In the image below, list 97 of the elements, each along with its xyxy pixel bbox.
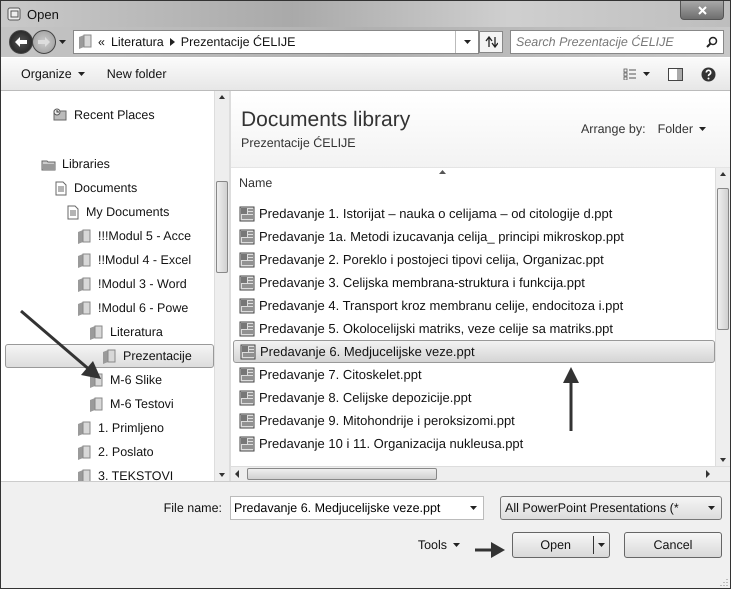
window-icon [7, 7, 21, 21]
presentation-file-icon [239, 252, 255, 268]
back-button[interactable] [9, 30, 33, 54]
scrollbar[interactable] [231, 466, 730, 481]
file-row[interactable]: Predavanje 8. Celijske depozicije.ppt [233, 386, 715, 409]
folder-icon [77, 276, 92, 292]
folder-icon [77, 252, 92, 268]
tree-item[interactable]: 2. Poslato [5, 440, 214, 464]
search-icon [706, 36, 718, 48]
presentation-file-icon [239, 320, 255, 336]
scrollbar[interactable] [214, 91, 229, 481]
tree-item[interactable]: 1. Primljeno [5, 416, 214, 440]
close-icon [698, 6, 706, 14]
annotation-arrow [563, 367, 579, 433]
file-row[interactable]: Predavanje 9. Mitohondrije i peroksizomi.ppt [233, 409, 715, 432]
tree-item[interactable]: !Modul 6 - Powe [5, 296, 214, 320]
presentation-file-icon [239, 390, 255, 406]
file-row[interactable]: Predavanje 2. Poreklo i postojeci tipovi celija, Organizac.ppt [233, 248, 715, 271]
cancel-button[interactable]: Cancel [624, 532, 722, 558]
recent-places-icon [53, 108, 68, 122]
caret-icon [643, 72, 650, 76]
presentation-file-icon [239, 228, 255, 244]
file-row[interactable]: Predavanje 6. Medjucelijske veze.ppt [233, 340, 715, 363]
caret-icon [464, 40, 470, 44]
presentation-file-icon [239, 206, 255, 222]
document-icon [53, 180, 68, 196]
refresh-button[interactable] [479, 31, 503, 53]
file-row[interactable]: Predavanje 5. Okolocelijski matriks, veze celije sa matriks.ppt [233, 317, 715, 340]
caret-icon [453, 543, 460, 547]
tree-item[interactable]: Prezentacije [5, 344, 214, 368]
folder-icon [89, 324, 104, 340]
breadcrumb[interactable]: Prezentacije ĆELIJE [180, 35, 296, 49]
file-row[interactable]: Predavanje 4. Transport kroz membranu celije, endocitoza i.ppt [233, 294, 715, 317]
search-field[interactable]: Search Prezentacije ĆELIJE [510, 30, 724, 54]
tree-item[interactable]: M-6 Testovi [5, 392, 214, 416]
tree-item[interactable]: 3. TEKSTOVI [5, 464, 214, 481]
pane-icon [668, 68, 683, 80]
folder-icon [77, 300, 92, 316]
tree-item[interactable]: Recent Places [5, 103, 214, 127]
file-row[interactable]: Predavanje 1a. Metodi izucavanja celija_ principi mikroskop.ppt [233, 225, 715, 248]
breadcrumb[interactable]: Literatura [110, 35, 164, 49]
scrollbar[interactable] [715, 168, 730, 466]
folder-icon [77, 444, 92, 460]
presentation-file-icon [239, 436, 255, 452]
close-button[interactable] [680, 1, 724, 20]
forward-arrow-icon [37, 36, 51, 48]
presentation-file-icon [239, 366, 255, 382]
file-row[interactable]: Predavanje 1. Istorijat – nauka o celijama – od citologije d.ppt [233, 202, 715, 225]
arrange-dropdown[interactable]: Folder [658, 122, 706, 136]
overflow-chevron[interactable]: « [98, 35, 105, 49]
file-type-dropdown[interactable]: All PowerPoint Presentations (* [500, 496, 722, 520]
column-header[interactable]: Name [239, 168, 659, 198]
tree-item[interactable]: !!!Modul 5 - Acce [5, 224, 214, 248]
tools-menu[interactable]: Tools [418, 538, 460, 552]
caret-icon [708, 506, 715, 510]
tree-item[interactable]: !!Modul 4 - Excel [5, 248, 214, 272]
sort-arrow-icon [439, 170, 446, 174]
history-caret-icon [59, 40, 66, 44]
arrange-label: Arrange by: [580, 122, 646, 136]
open-button[interactable]: Open [512, 532, 610, 558]
presentation-file-icon [239, 298, 255, 314]
tree-item[interactable]: !Modul 3 - Word [5, 272, 214, 296]
tree-item[interactable]: Libraries [5, 152, 214, 176]
caret-icon [470, 506, 477, 510]
folder-icon [102, 348, 117, 364]
help-icon [701, 66, 716, 82]
library-subtitle: Prezentacije ĆELIJE [241, 136, 357, 150]
forward-button[interactable] [32, 30, 56, 54]
caret-icon [598, 543, 605, 547]
refresh-arrows-icon [484, 36, 498, 48]
address-bar[interactable]: « Literatura Prezentacije ĆELIJE [73, 30, 479, 54]
document-icon [65, 204, 80, 220]
organize-menu[interactable]: Organize [15, 64, 91, 84]
folder-icon [77, 228, 92, 244]
tree-item[interactable]: My Documents [5, 200, 214, 224]
tree-item[interactable]: Literatura [5, 320, 214, 344]
back-arrow-icon [14, 36, 28, 48]
separator-arrow-icon [170, 38, 175, 46]
folder-icon [77, 420, 92, 436]
library-title: Documents library [241, 108, 412, 132]
presentation-file-icon [240, 344, 256, 360]
file-name-label: File name: [164, 501, 222, 515]
window-title: Open [27, 6, 60, 22]
folder-icon [78, 34, 92, 50]
file-name-field[interactable]: Predavanje 6. Medjucelijske veze.ppt [230, 496, 484, 520]
list-view-icon [623, 68, 637, 80]
annotation-arrow [475, 542, 505, 558]
toolbar-button[interactable]: New folder [100, 64, 172, 84]
caret-icon [699, 127, 706, 131]
file-row[interactable]: Predavanje 3. Celijska membrana-struktura i funkcija.ppt [233, 271, 715, 294]
file-row[interactable]: Predavanje 10 i 11. Organizacija nukleusa.ppt [233, 432, 715, 455]
tree-item[interactable]: Documents [5, 176, 214, 200]
file-row[interactable]: Predavanje 7. Citoskelet.ppt [233, 363, 715, 386]
resize-grip-icon [720, 578, 728, 586]
presentation-file-icon [239, 274, 255, 290]
presentation-file-icon [239, 412, 255, 428]
folder-icon [89, 396, 104, 412]
